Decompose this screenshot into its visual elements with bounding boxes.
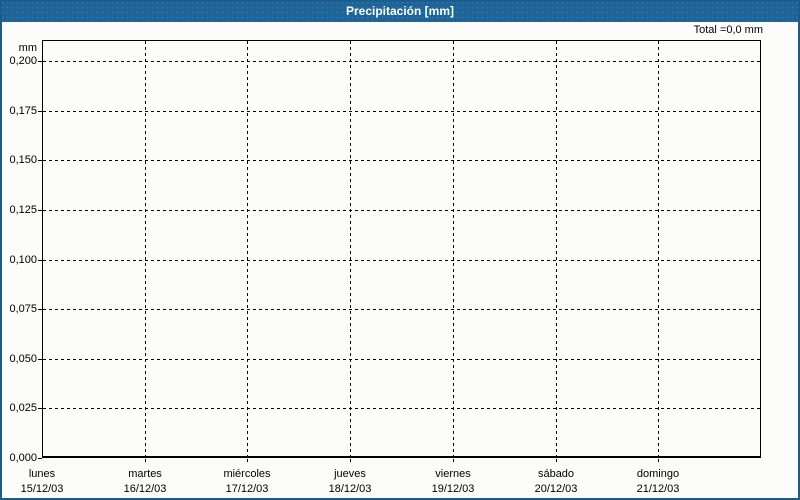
x-axis-tick <box>145 459 146 462</box>
y-axis-tick <box>38 309 42 310</box>
y-axis-tick <box>38 408 42 409</box>
h-gridline <box>43 111 760 112</box>
x-axis-tick <box>453 459 454 462</box>
x-axis-date-label: 18/12/03 <box>328 483 372 495</box>
h-gridline <box>43 61 760 62</box>
total-label: Total =0,0 mm <box>693 24 763 36</box>
x-axis-tick <box>247 459 248 462</box>
y-axis-tick-label: 0,050 <box>9 353 37 365</box>
h-gridline <box>43 260 760 261</box>
v-gridline <box>247 41 248 456</box>
h-gridline <box>43 408 760 409</box>
x-axis-date-label: 17/12/03 <box>225 483 269 495</box>
y-axis-tick <box>38 359 42 360</box>
y-axis-tick-label: 0,025 <box>9 402 37 414</box>
x-axis-date-label: 19/12/03 <box>431 483 475 495</box>
x-axis-day-label: sábado <box>537 468 575 480</box>
y-axis-tick-label: 0,075 <box>9 303 37 315</box>
v-gridline <box>658 41 659 456</box>
v-gridline <box>145 41 146 456</box>
chart-title-bar: Precipitación [mm] <box>0 0 800 22</box>
y-axis-tick-label: 0,200 <box>9 55 37 67</box>
x-axis-tick <box>350 459 351 462</box>
v-gridline <box>556 41 557 456</box>
y-axis-tick <box>38 210 42 211</box>
x-axis-tick <box>658 459 659 462</box>
y-axis-tick-label: 0,000 <box>9 452 37 464</box>
h-gridline <box>43 210 760 211</box>
x-axis-date-label: 21/12/03 <box>636 483 680 495</box>
y-axis-tick <box>38 260 42 261</box>
x-axis-date-label: 15/12/03 <box>20 483 64 495</box>
h-gridline <box>43 160 760 161</box>
chart-window: Precipitación [mm] Total =0,0 mm mm 0,20… <box>0 0 800 500</box>
h-gridline <box>43 309 760 310</box>
y-axis-tick <box>38 160 42 161</box>
x-axis-day-label: jueves <box>334 468 366 480</box>
plot-area <box>42 40 761 458</box>
x-axis-tick <box>556 459 557 462</box>
y-axis-tick-label: 0,100 <box>9 254 37 266</box>
y-axis-tick <box>38 458 42 459</box>
x-axis-day-label: lunes <box>28 468 56 480</box>
h-gridline <box>43 359 760 360</box>
y-axis-tick-label: 0,175 <box>9 105 37 117</box>
y-axis-tick-label: 0,125 <box>9 204 37 216</box>
chart-title: Precipitación [mm] <box>345 4 455 18</box>
x-axis-day-label: martes <box>128 468 162 480</box>
x-axis-day-label: miércoles <box>223 468 271 480</box>
x-axis-date-label: 16/12/03 <box>123 483 167 495</box>
y-axis-tick <box>38 111 42 112</box>
v-gridline <box>350 41 351 456</box>
v-gridline <box>453 41 454 456</box>
x-axis-day-label: viernes <box>435 468 471 480</box>
x-axis-day-label: domingo <box>636 468 680 480</box>
y-axis-tick-label: 0,150 <box>9 154 37 166</box>
x-axis-date-label: 20/12/03 <box>534 483 578 495</box>
y-axis-tick <box>38 61 42 62</box>
y-axis-unit-label: mm <box>18 42 37 54</box>
